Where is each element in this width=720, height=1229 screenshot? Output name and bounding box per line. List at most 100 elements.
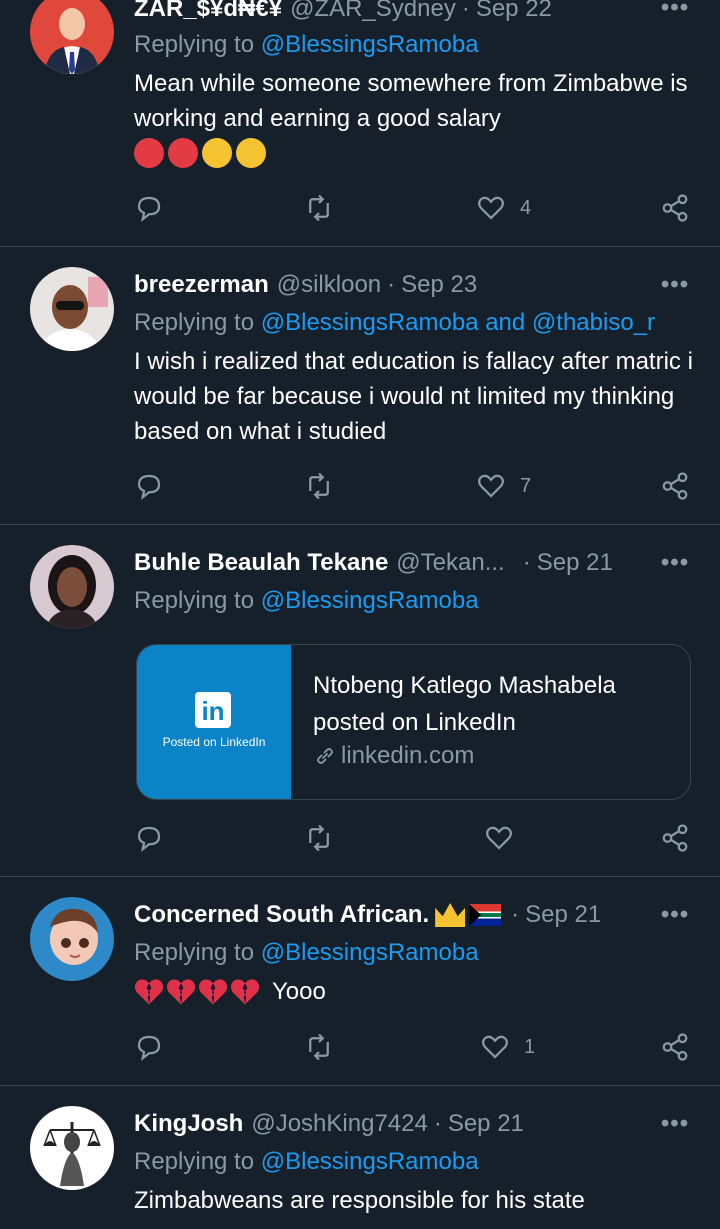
mention-link[interactable]: @BlessingsRamoba: [261, 1148, 479, 1175]
heart-icon: [478, 474, 504, 498]
replying-label: Replying to: [134, 587, 255, 614]
divider: [0, 1085, 720, 1086]
crown-icon: [435, 903, 466, 927]
display-name[interactable]: Buhle Beaulah Tekane: [134, 546, 388, 580]
retweet-icon: [309, 194, 329, 222]
reply-button[interactable]: [134, 818, 164, 858]
angry-face-yellow-icon: [202, 138, 232, 168]
link-card-image: in Posted on LinkedIn: [137, 645, 291, 799]
mention-link[interactable]: @BlessingsRamoba: [261, 939, 479, 966]
tweet-date[interactable]: Sep 23: [401, 268, 477, 302]
tweet-date[interactable]: Sep 22: [476, 0, 552, 26]
tweet-date[interactable]: Sep 21: [448, 1107, 524, 1141]
share-button[interactable]: [660, 466, 690, 506]
tweet-header: breezerman @silkloon · Sep 23: [134, 268, 477, 302]
mention-link[interactable]: @BlessingsRamoba: [261, 587, 479, 614]
reply-icon: [137, 1035, 161, 1062]
replying-to: Replying to @BlessingsRamoba: [134, 28, 479, 62]
avatar-image: [30, 267, 114, 351]
avatar[interactable]: [30, 897, 114, 981]
separator: ·: [387, 271, 396, 298]
broken-heart-icon: [198, 978, 228, 1004]
broken-heart-icon: [166, 978, 196, 1004]
avatar-image: [30, 545, 114, 629]
user-handle[interactable]: @ZAR_Sydney: [290, 0, 456, 26]
like-count: 1: [524, 1035, 536, 1058]
reply-icon: [137, 474, 161, 501]
heart-icon: [486, 826, 512, 850]
share-button[interactable]: [660, 188, 690, 228]
reply-button[interactable]: [134, 188, 164, 228]
user-handle[interactable]: @silkloon: [277, 268, 381, 302]
like-button[interactable]: 7: [476, 466, 531, 506]
heart-icon: [482, 1035, 508, 1059]
mention-link[interactable]: @BlessingsRamoba: [261, 31, 479, 58]
card-image-caption: Posted on LinkedIn: [162, 735, 266, 749]
tweet-text: Yooo: [134, 974, 694, 1009]
mention-link[interactable]: @BlessingsRamoba and @thabiso_r: [261, 309, 655, 336]
retweet-button[interactable]: [304, 818, 334, 858]
separator: ·: [522, 549, 531, 576]
like-button[interactable]: [484, 818, 514, 858]
user-handle[interactable]: @Tekan...: [396, 546, 504, 580]
more-options-icon[interactable]: •••: [660, 900, 690, 930]
reply-icon: [137, 196, 161, 223]
tweet-date[interactable]: Sep 21: [525, 898, 601, 932]
replying-to: Replying to @BlessingsRamoba and @thabis…: [134, 306, 655, 340]
reply-button[interactable]: [134, 466, 164, 506]
reply-icon: [137, 826, 161, 853]
share-icon: [662, 824, 688, 852]
tweet-text: Mean while someone somewhere from Zimbab…: [134, 66, 694, 136]
more-options-icon[interactable]: •••: [660, 0, 690, 23]
avatar[interactable]: [30, 267, 114, 351]
display-name[interactable]: ZAR_$¥d₦€¥: [134, 0, 282, 26]
user-handle[interactable]: @JoshKing7424: [251, 1107, 427, 1141]
tweet-text: I wish i realized that education is fall…: [134, 348, 693, 445]
display-name[interactable]: Concerned South African.: [134, 898, 429, 932]
share-icon: [662, 472, 688, 500]
replying-label: Replying to: [134, 309, 255, 336]
reply-button[interactable]: [134, 1027, 164, 1067]
display-name[interactable]: breezerman: [134, 268, 269, 302]
avatar-image: [30, 1106, 114, 1190]
retweet-button[interactable]: [304, 1027, 334, 1067]
tweet-header: Concerned South African. · Sep 21: [134, 898, 601, 932]
avatar[interactable]: [30, 1106, 114, 1190]
like-button[interactable]: 4: [476, 188, 531, 228]
retweet-icon: [309, 1033, 329, 1061]
retweet-icon: [309, 472, 329, 500]
retweet-button[interactable]: [304, 466, 334, 506]
share-button[interactable]: [660, 1027, 690, 1067]
link-card-domain-text: linkedin.com: [341, 742, 475, 769]
divider: [0, 876, 720, 877]
retweet-button[interactable]: [304, 188, 334, 228]
replying-label: Replying to: [134, 1148, 255, 1175]
like-button[interactable]: 1: [480, 1027, 535, 1067]
tweet-actions: [0, 818, 720, 858]
angry-face-red-icon: [168, 138, 198, 168]
avatar[interactable]: [30, 0, 114, 74]
tweet-header: KingJosh @JoshKing7424 · Sep 21: [134, 1107, 524, 1141]
broken-heart-icon: [134, 978, 164, 1004]
avatar[interactable]: [30, 545, 114, 629]
more-options-icon[interactable]: •••: [660, 1109, 690, 1139]
broken-heart-icon: [230, 978, 260, 1004]
tweet-header: Buhle Beaulah Tekane @Tekan... · Sep 21: [134, 546, 613, 580]
tweet-date[interactable]: Sep 21: [537, 546, 613, 580]
link-card[interactable]: in Posted on LinkedIn Ntobeng Katlego Ma…: [136, 644, 691, 800]
more-options-icon[interactable]: •••: [660, 548, 690, 578]
replying-label: Replying to: [134, 31, 255, 58]
south-africa-flag-icon: [469, 904, 502, 926]
more-options-icon[interactable]: •••: [660, 270, 690, 300]
separator: ·: [461, 0, 470, 22]
avatar-image: [30, 897, 114, 981]
retweet-icon: [309, 824, 329, 852]
avatar-image: [30, 0, 114, 74]
angry-face-yellow-icon: [236, 138, 266, 168]
display-name[interactable]: KingJosh: [134, 1107, 243, 1141]
replying-label: Replying to: [134, 939, 255, 966]
share-button[interactable]: [660, 818, 690, 858]
separator: ·: [433, 1110, 442, 1137]
tweet-text-content: Yooo: [272, 978, 326, 1005]
replying-to: Replying to @BlessingsRamoba: [134, 1145, 479, 1179]
